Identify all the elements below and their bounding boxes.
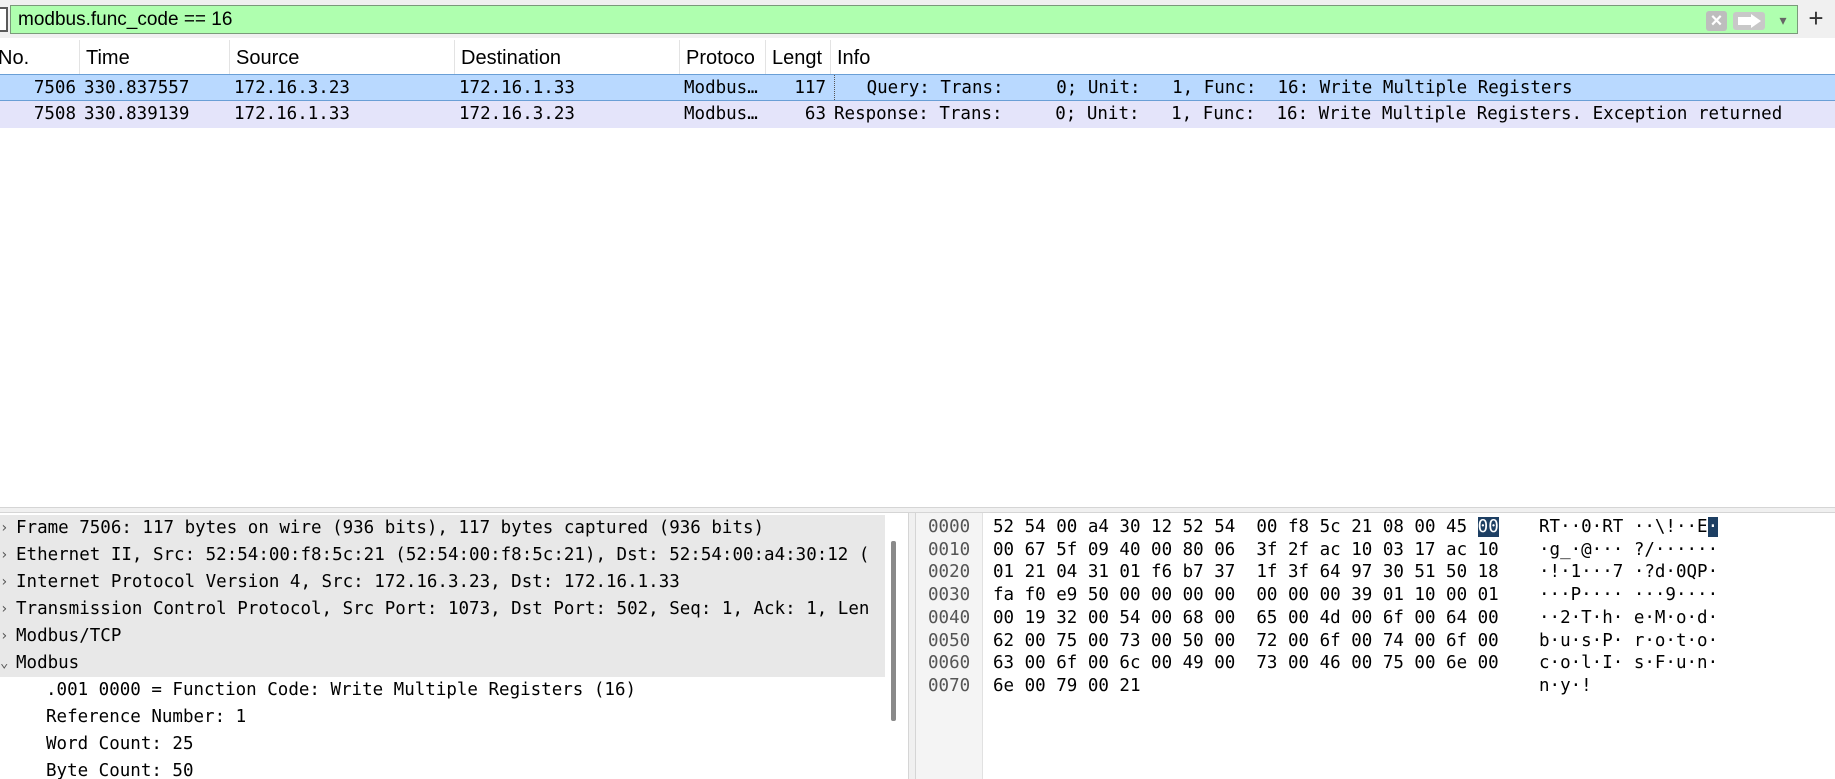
byte-offset: 0060 [928, 653, 971, 674]
packet-no: 7508 [33, 104, 76, 124]
chevron-down-icon[interactable]: ⌄ [0, 650, 12, 677]
column-header-protocol[interactable]: Protoco [680, 40, 766, 77]
chevron-right-icon[interactable]: › [0, 515, 12, 542]
byte-ascii[interactable]: b·u·s·P· r·o·t·o· [1539, 630, 1718, 653]
byte-row[interactable]: 0010 00 67 5f 09 40 00 80 06 3f 2f ac 10… [916, 539, 1835, 562]
byte-row[interactable]: 0020 01 21 04 31 01 f6 b7 37 1f 3f 64 97… [916, 561, 1835, 584]
arrow-right-icon[interactable] [1733, 12, 1765, 30]
byte-hex[interactable]: 63 00 6f 00 6c 00 49 00 73 00 46 00 75 0… [993, 652, 1499, 675]
packet-time: 330.839139 [84, 104, 190, 124]
packet-length: 117 [794, 78, 826, 98]
byte-offset: 0050 [928, 630, 971, 651]
tree-item-ipv4[interactable]: › Internet Protocol Version 4, Src: 172.… [0, 569, 885, 596]
packet-row[interactable]: 7506 330.837557 172.16.3.23 172.16.1.33 … [0, 74, 1835, 102]
packet-destination: 172.16.3.23 [459, 104, 575, 124]
byte-ascii[interactable]: ·!·1···7 ·?d·0QP· [1539, 561, 1718, 584]
tree-item-byte-count[interactable]: Byte Count: 50 [0, 758, 885, 779]
byte-offset: 0000 [928, 517, 971, 537]
byte-row[interactable]: 0070 6e 00 79 00 21 n·y·! [916, 675, 1835, 698]
column-header-length[interactable]: Lengt [766, 40, 831, 77]
tree-item-modbus-tcp[interactable]: › Modbus/TCP [0, 623, 885, 650]
byte-hex[interactable]: 52 54 00 a4 30 12 52 54 00 f8 5c 21 08 0… [993, 516, 1499, 539]
byte-row[interactable]: 0060 63 00 6f 00 6c 00 49 00 73 00 46 00… [916, 652, 1835, 675]
display-filter-toolbar: modbus.func_code == 16 × ▾ + [0, 0, 1835, 38]
tree-item-label: .001 0000 = Function Code: Write Multipl… [46, 680, 637, 700]
byte-hex[interactable]: 62 00 75 00 73 00 50 00 72 00 6f 00 74 0… [993, 630, 1499, 653]
byte-ascii[interactable]: ··2·T·h· e·M·o·d· [1539, 607, 1718, 630]
byte-row[interactable]: 0000 52 54 00 a4 30 12 52 54 00 f8 5c 21… [916, 516, 1835, 539]
packet-bytes-pane: 0000 52 54 00 a4 30 12 52 54 00 f8 5c 21… [916, 513, 1835, 779]
packet-time: 330.837557 [84, 78, 190, 98]
byte-hex[interactable]: 6e 00 79 00 21 [993, 675, 1141, 698]
column-header-time[interactable]: Time [80, 40, 230, 77]
chevron-right-icon[interactable]: › [0, 569, 12, 596]
column-header-no[interactable]: No. [0, 40, 80, 77]
byte-ascii[interactable]: ·g_·@··· ?/······ [1539, 539, 1718, 562]
details-scrollbar-thumb[interactable] [891, 541, 896, 721]
tree-item-modbus[interactable]: ⌄ Modbus [0, 650, 885, 677]
packet-row[interactable]: 7508 330.839139 172.16.1.33 172.16.3.23 … [0, 101, 1835, 128]
display-filter-text[interactable]: modbus.func_code == 16 [18, 9, 232, 31]
tree-item-label: Frame 7506: 117 bytes on wire (936 bits)… [16, 518, 765, 538]
packet-list-header: No. Time Source Destination Protoco Leng… [0, 40, 1835, 77]
byte-row[interactable]: 0030 fa f0 e9 50 00 00 00 00 00 00 00 39… [916, 584, 1835, 607]
chevron-right-icon[interactable]: › [0, 542, 12, 569]
packet-info: Response: Trans: 0; Unit: 1, Func: 16: W… [834, 104, 1783, 124]
byte-row[interactable]: 0040 00 19 32 00 54 00 68 00 65 00 4d 00… [916, 607, 1835, 630]
packet-info: Query: Trans: 0; Unit: 1, Func: 16: Writ… [834, 75, 1835, 102]
byte-offset: 0020 [928, 562, 971, 583]
byte-offset: 0030 [928, 585, 971, 606]
column-header-info[interactable]: Info [831, 40, 1835, 77]
tree-item-label: Ethernet II, Src: 52:54:00:f8:5c:21 (52:… [16, 545, 870, 565]
tree-item-label: Internet Protocol Version 4, Src: 172.16… [16, 572, 680, 592]
tree-item-label: Byte Count: 50 [46, 761, 194, 779]
bookmark-icon[interactable] [0, 7, 8, 32]
byte-ascii[interactable]: RT··0·RT ··\!··E· [1539, 516, 1719, 539]
selected-ascii[interactable]: · [1707, 517, 1719, 537]
byte-ascii[interactable]: ···P···· ···9···· [1539, 584, 1718, 607]
column-header-destination[interactable]: Destination [455, 40, 680, 77]
selected-byte[interactable]: 00 [1477, 517, 1499, 537]
tree-item-tcp[interactable]: › Transmission Control Protocol, Src Por… [0, 596, 885, 623]
tree-item-label: Modbus [16, 653, 80, 673]
tree-item-word-count[interactable]: Word Count: 25 [0, 731, 885, 758]
byte-hex[interactable]: 01 21 04 31 01 f6 b7 37 1f 3f 64 97 30 5… [993, 561, 1499, 584]
tree-item-function-code[interactable]: .001 0000 = Function Code: Write Multipl… [0, 677, 885, 704]
tree-item-label: Transmission Control Protocol, Src Port:… [16, 599, 870, 619]
byte-hex[interactable]: 00 67 5f 09 40 00 80 06 3f 2f ac 10 03 1… [993, 539, 1499, 562]
add-filter-button[interactable]: + [1803, 4, 1829, 34]
byte-offset: 0040 [928, 607, 971, 628]
tree-item-label: Modbus/TCP [16, 626, 122, 646]
tree-item-ethernet[interactable]: › Ethernet II, Src: 52:54:00:f8:5c:21 (5… [0, 542, 885, 569]
packet-details-pane: › Frame 7506: 117 bytes on wire (936 bit… [0, 513, 908, 779]
x-icon[interactable]: × [1706, 11, 1727, 31]
packet-protocol: Modbus… [684, 104, 758, 124]
tree-item-label: Word Count: 25 [46, 734, 194, 754]
byte-offset: 0070 [928, 675, 971, 696]
packet-no: 7506 [33, 78, 76, 98]
byte-offset: 0010 [928, 539, 971, 560]
byte-ascii[interactable]: n·y·! [1539, 675, 1592, 698]
chevron-right-icon[interactable]: › [0, 596, 12, 623]
column-header-source[interactable]: Source [230, 40, 455, 77]
byte-hex[interactable]: 00 19 32 00 54 00 68 00 65 00 4d 00 6f 0… [993, 607, 1499, 630]
packet-destination: 172.16.1.33 [459, 78, 575, 98]
pane-splitter-vertical[interactable] [908, 513, 916, 779]
tree-item-reference-number[interactable]: Reference Number: 1 [0, 704, 885, 731]
tree-item-frame[interactable]: › Frame 7506: 117 bytes on wire (936 bit… [0, 515, 885, 542]
packet-length: 63 [804, 104, 826, 124]
tree-item-label: Reference Number: 1 [46, 707, 247, 727]
packet-source: 172.16.3.23 [234, 78, 350, 98]
packet-source: 172.16.1.33 [234, 104, 350, 124]
byte-hex[interactable]: fa f0 e9 50 00 00 00 00 00 00 00 39 01 1… [993, 584, 1499, 607]
display-filter-input[interactable]: modbus.func_code == 16 × ▾ [10, 5, 1798, 34]
byte-ascii[interactable]: c·o·l·I· s·F·u·n· [1539, 652, 1718, 675]
packet-protocol: Modbus… [684, 78, 758, 98]
byte-row[interactable]: 0050 62 00 75 00 73 00 50 00 72 00 6f 00… [916, 630, 1835, 653]
chevron-down-icon[interactable]: ▾ [1772, 10, 1794, 30]
chevron-right-icon[interactable]: › [0, 623, 12, 650]
